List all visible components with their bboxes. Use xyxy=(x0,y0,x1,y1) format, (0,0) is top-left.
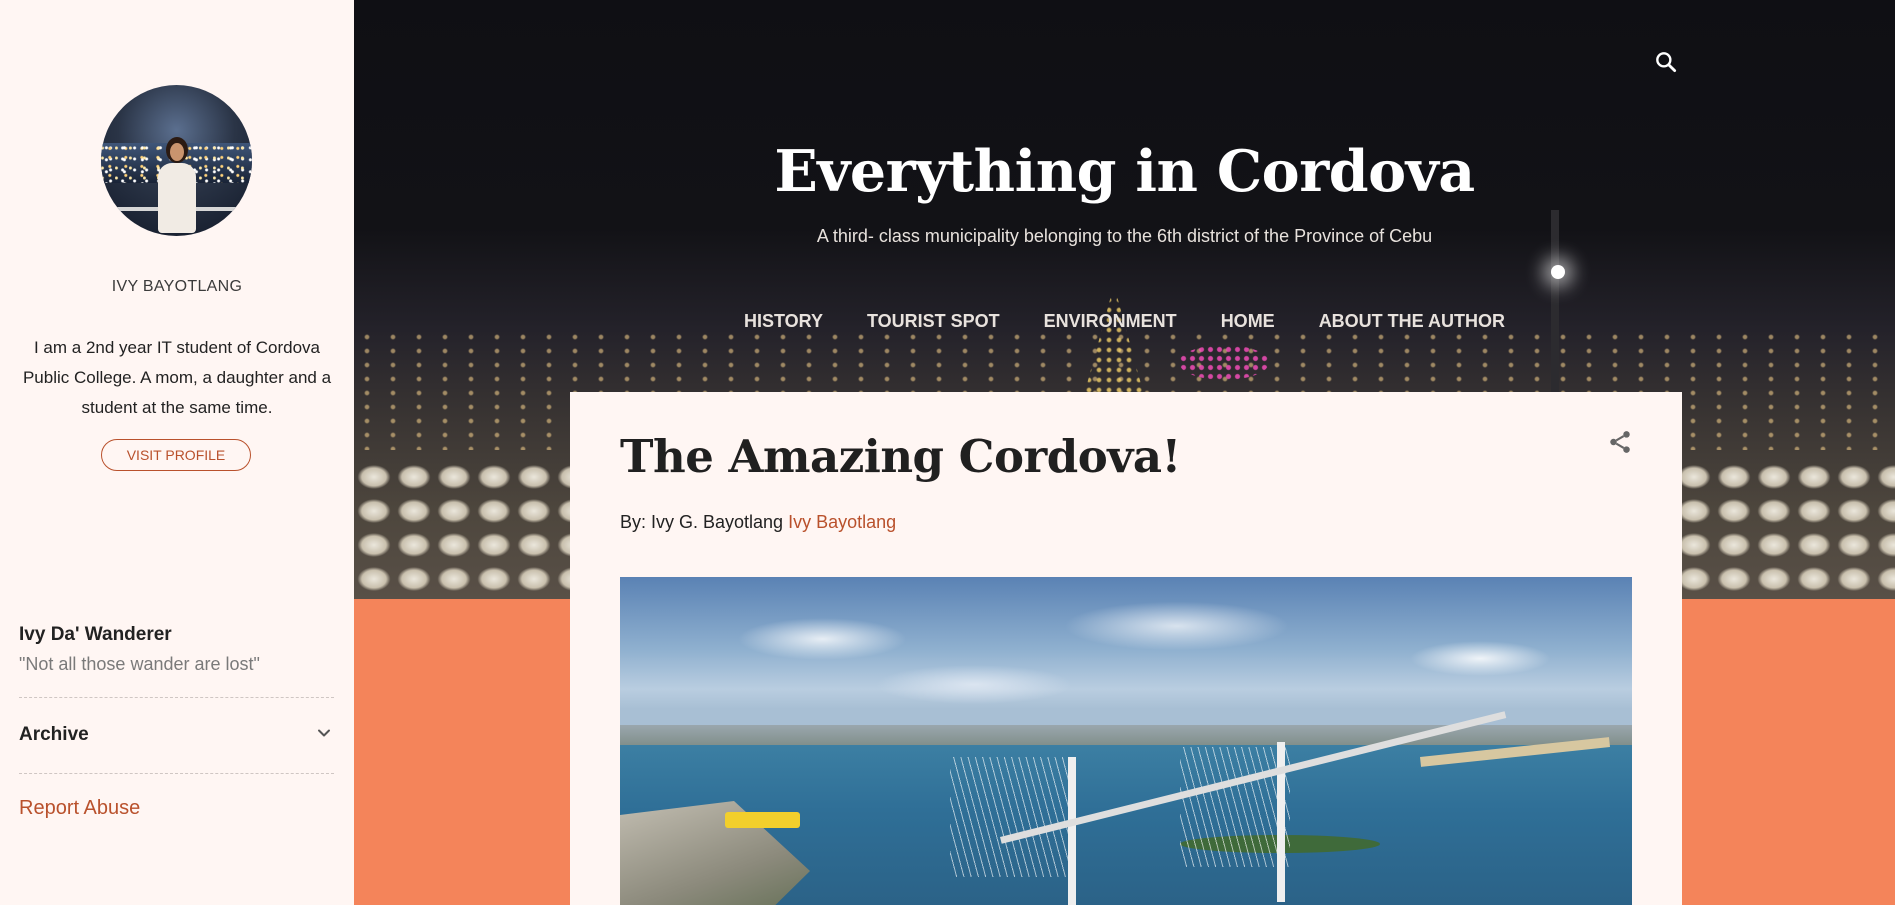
pink-lights xyxy=(1179,345,1269,380)
chevron-down-icon xyxy=(314,723,334,748)
share-icon xyxy=(1607,429,1633,460)
report-abuse-link[interactable]: Report Abuse xyxy=(19,797,140,820)
blog-name: Ivy Da' Wanderer xyxy=(19,624,172,645)
search-icon xyxy=(1653,49,1679,80)
blog-description: A third- class municipality belonging to… xyxy=(816,226,1433,246)
sidebar: IVY BAYOTLANG I am a 2nd year IT student… xyxy=(0,0,354,905)
avatar-person xyxy=(156,137,198,236)
image-clouds xyxy=(620,587,1632,717)
author-link[interactable]: Ivy Bayotlang xyxy=(788,512,896,532)
sidebar-divider xyxy=(19,697,334,698)
post-byline: By: Ivy G. Bayotlang Ivy Bayotlang xyxy=(620,512,896,533)
share-button[interactable] xyxy=(1602,426,1638,462)
sidebar-divider xyxy=(19,773,334,774)
image-ferry xyxy=(725,812,800,828)
byline-text: By: Ivy G. Bayotlang xyxy=(620,512,789,532)
search-button[interactable] xyxy=(1650,48,1682,80)
nav-item-home[interactable]: HOME xyxy=(1221,311,1275,332)
nav-item-history[interactable]: HISTORY xyxy=(744,311,823,332)
blog-title[interactable]: Everything in Cordova xyxy=(354,138,1895,205)
visit-profile-button[interactable]: VISIT PROFILE xyxy=(101,439,251,471)
profile-avatar[interactable] xyxy=(101,85,252,236)
nav-item-about-the-author[interactable]: ABOUT THE AUTHOR xyxy=(1319,311,1505,332)
nav-item-tourist-spot[interactable]: TOURIST SPOT xyxy=(867,311,1000,332)
post-image-cebu-bridge[interactable] xyxy=(620,577,1632,905)
nav-item-environment[interactable]: ENVIRONMENT xyxy=(1044,311,1177,332)
lamp-light xyxy=(1551,265,1565,279)
post-card: The Amazing Cordova! By: Ivy G. Bayotlan… xyxy=(570,392,1682,905)
profile-name[interactable]: IVY BAYOTLANG xyxy=(0,278,354,296)
archive-label: Archive xyxy=(19,724,89,745)
archive-toggle[interactable]: Archive xyxy=(19,720,334,750)
main-nav: HISTORY TOURIST SPOT ENVIRONMENT HOME AB… xyxy=(354,311,1895,332)
post-title[interactable]: The Amazing Cordova! xyxy=(620,430,1181,483)
blog-tagline: "Not all those wander are lost" xyxy=(19,654,260,674)
profile-bio: I am a 2nd year IT student of Cordova Pu… xyxy=(22,338,332,417)
